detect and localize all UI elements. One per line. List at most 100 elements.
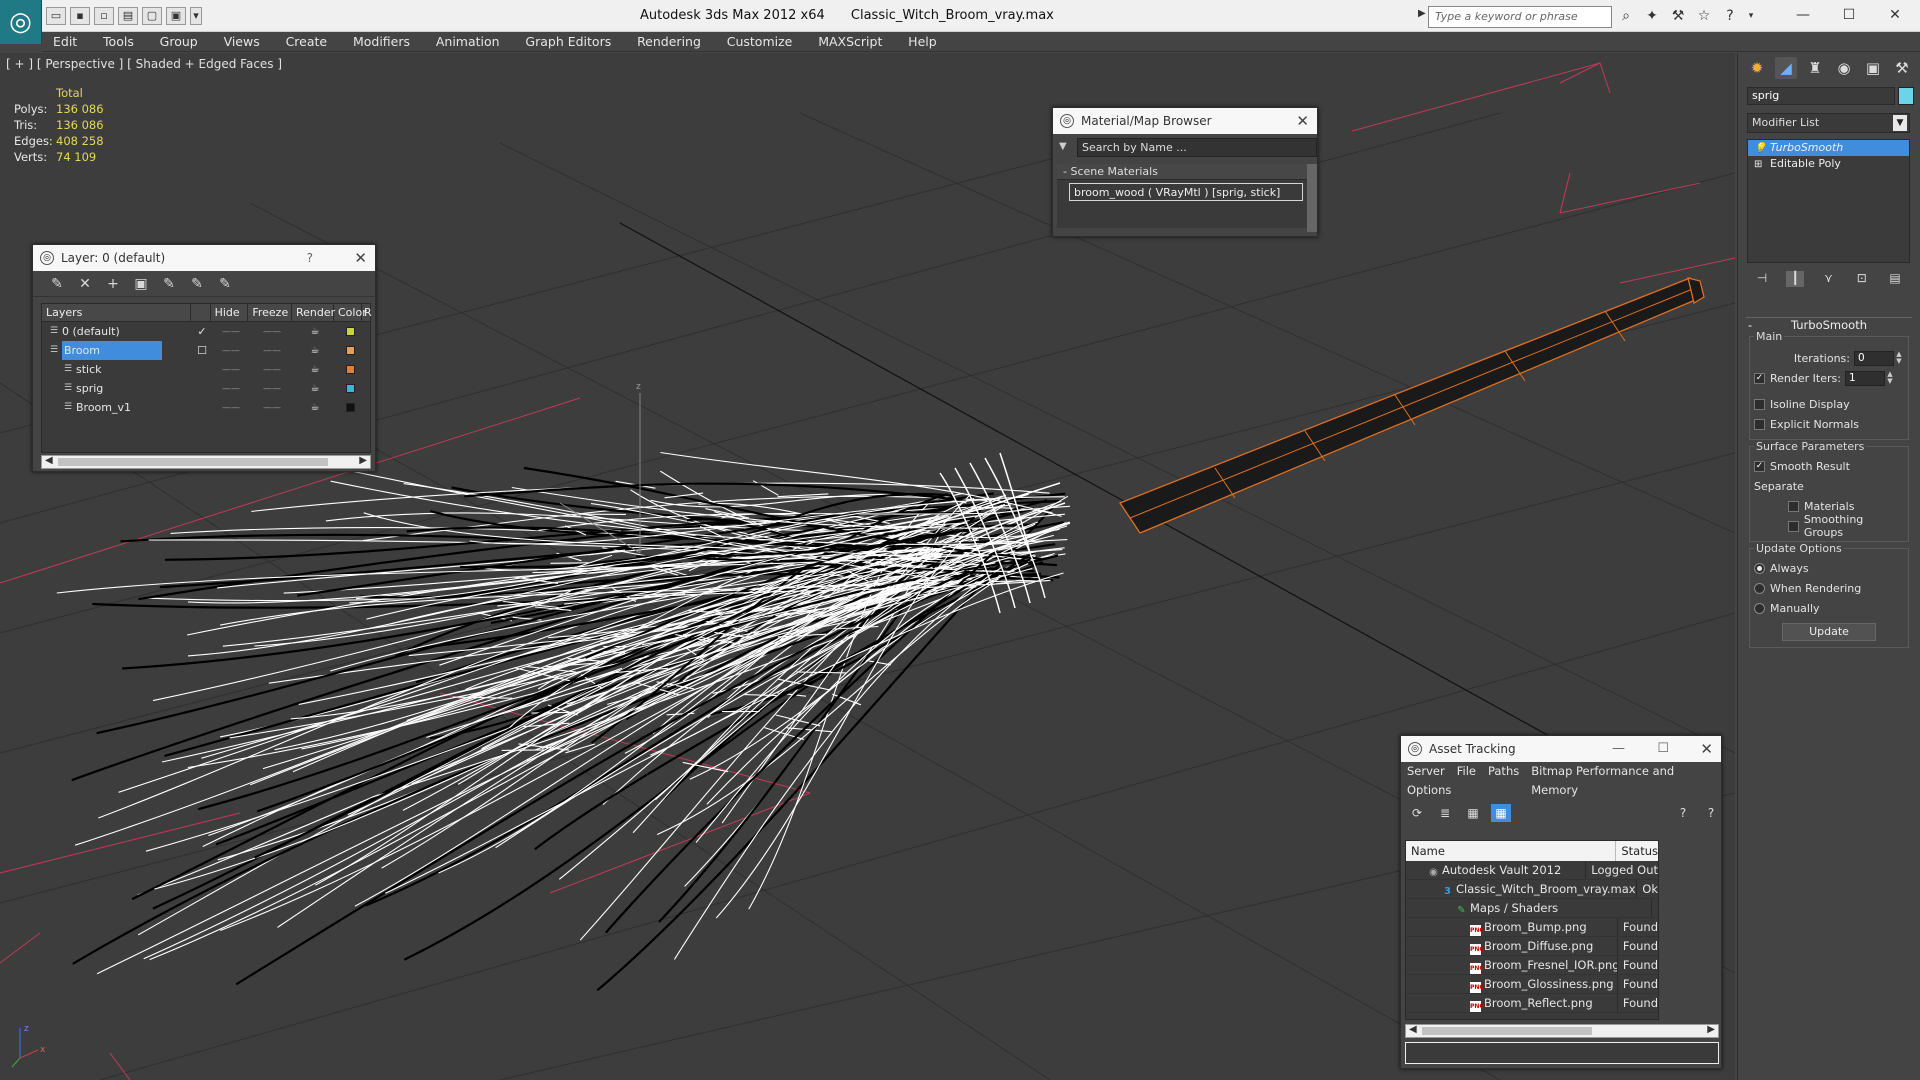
maximize-icon[interactable]: ☐ [1826, 0, 1872, 30]
lightbulb-icon[interactable]: 💡 [1754, 141, 1766, 157]
keyword-search-input[interactable]: Type a keyword or phrase [1428, 6, 1612, 28]
menu-group[interactable]: Group [149, 32, 209, 52]
menu-animation[interactable]: Animation [425, 32, 511, 52]
hide-toggle[interactable]: —— [212, 346, 250, 356]
current-layer-indicator[interactable]: ☐ [192, 344, 212, 357]
asset-row[interactable]: PNGBroom_Diffuse.png Found [1406, 937, 1658, 956]
render-iters-checkbox[interactable]: ✓ [1754, 372, 1765, 384]
help-icon[interactable]: ? [307, 245, 313, 271]
add-to-layer-icon[interactable]: + [103, 275, 123, 293]
select-objects-icon[interactable]: ▣ [131, 275, 151, 293]
render-teapot-icon[interactable]: ☕ [294, 345, 336, 356]
layer-color-cell[interactable] [336, 346, 364, 355]
materials-checkbox[interactable] [1788, 500, 1799, 512]
hide-toggle[interactable]: —— [212, 365, 250, 375]
open-file-icon[interactable]: ▭ [46, 7, 66, 25]
layer-color-swatch[interactable] [345, 365, 355, 374]
layer-name-cell[interactable]: ☰ Broom_v1 [42, 398, 192, 417]
hide-toggle[interactable]: —— [212, 403, 250, 413]
iterations-spinner[interactable]: 0 [1854, 350, 1894, 366]
modifier-list-dropdown[interactable]: Modifier List ▼ [1747, 113, 1910, 133]
material-vertical-scrollbar[interactable] [1307, 164, 1317, 232]
scroll-left-icon[interactable]: ◀ [1409, 1024, 1417, 1035]
layer-name-cell[interactable]: ☰ sprig [42, 379, 192, 398]
options-dropdown-icon[interactable]: ▼ [1059, 141, 1067, 152]
new-file-icon[interactable]: ▫ [94, 7, 114, 25]
freeze-all-layers-icon[interactable]: ✎ [215, 275, 235, 293]
thumbnail-view-icon[interactable]: ▦ [1463, 804, 1483, 822]
binoculars-icon[interactable]: ⌕ [1616, 6, 1636, 26]
maximize-icon[interactable]: ☐ [1657, 736, 1669, 762]
close-icon[interactable]: ✕ [1872, 0, 1918, 30]
asset-name-cell[interactable]: 3 Classic_Witch_Broom_vray.max [1406, 880, 1638, 898]
freeze-toggle[interactable]: —— [250, 327, 294, 337]
asset-name-cell[interactable]: PNGBroom_Reflect.png [1406, 994, 1618, 1012]
close-icon[interactable]: ✕ [354, 245, 367, 271]
col-status[interactable]: Status [1616, 841, 1658, 861]
search-expand-icon[interactable]: ▶ [1418, 8, 1426, 19]
freeze-toggle[interactable]: —— [250, 346, 294, 356]
motion-tab-icon[interactable]: ◉ [1833, 57, 1855, 79]
menu-edit[interactable]: Edit [42, 32, 88, 52]
qat-dropdown-icon[interactable]: ▾ [190, 7, 202, 25]
hide-all-layers-icon[interactable]: ✎ [187, 275, 207, 293]
configure-sets-icon[interactable]: ▤ [1886, 271, 1904, 287]
hierarchy-tab-icon[interactable]: ♜ [1804, 57, 1826, 79]
layer-name-cell[interactable]: ☰ 0 (default) [42, 322, 192, 341]
menu-options[interactable]: Options [1407, 781, 1451, 800]
menu-rendering[interactable]: Rendering [626, 32, 712, 52]
asset-horizontal-scrollbar[interactable]: ◀ ▶ [1405, 1024, 1719, 1038]
layer-color-cell[interactable] [336, 365, 364, 374]
when-rendering-radio[interactable] [1754, 582, 1765, 594]
layer-color-swatch[interactable] [345, 384, 355, 393]
communication-icon[interactable]: ⚒ [1668, 6, 1688, 26]
isoline-checkbox[interactable] [1754, 398, 1765, 410]
modify-tab-icon[interactable]: ◢ [1775, 57, 1797, 79]
freeze-toggle[interactable]: —— [250, 403, 294, 413]
asset-tracking-titlebar[interactable]: ◎ Asset Tracking — ☐ ✕ [1401, 736, 1721, 762]
menu-help[interactable]: Help [897, 32, 948, 52]
save-file-icon[interactable]: ▪ [70, 7, 90, 25]
asset-row[interactable]: PNGBroom_Fresnel_IOR.png Found [1406, 956, 1658, 975]
material-browser-titlebar[interactable]: ◎ Material/Map Browser ✕ [1053, 108, 1317, 134]
scroll-thumb[interactable] [58, 458, 328, 466]
layer-name-cell[interactable]: ☰ Broom [42, 341, 192, 360]
stack-item-turbosmooth[interactable]: 💡 TurboSmooth [1748, 140, 1909, 156]
asset-name-cell[interactable]: PNGBroom_Glossiness.png [1406, 975, 1618, 993]
asset-name-cell[interactable]: PNGBroom_Diffuse.png [1406, 937, 1618, 955]
layer-row[interactable]: ☰ stick —— —— ☕ [42, 360, 370, 379]
menu-customize[interactable]: Customize [716, 32, 804, 52]
scroll-right-icon[interactable]: ▶ [359, 455, 367, 466]
app-logo-icon[interactable]: ◎ [0, 0, 42, 44]
menu-create[interactable]: Create [275, 32, 339, 52]
col-freeze[interactable]: Freeze [248, 304, 292, 321]
menu-graph-editors[interactable]: Graph Editors [514, 32, 622, 52]
redo-icon[interactable]: ▣ [166, 7, 186, 25]
asset-name-cell[interactable]: ✎ Maps / Shaders [1406, 899, 1652, 917]
layer-row[interactable]: ☰ Broom ☐ —— —— ☕ [42, 341, 370, 360]
undo-icon[interactable]: ▢ [142, 7, 162, 25]
layer-horizontal-scrollbar[interactable]: ◀ ▶ [41, 455, 371, 469]
render-teapot-icon[interactable]: ☕ [294, 402, 336, 413]
favorites-star-icon[interactable]: ☆ [1694, 6, 1714, 26]
search-by-name-input[interactable]: Search by Name ... [1077, 138, 1317, 157]
col-render[interactable]: Render [292, 304, 335, 321]
layer-color-cell[interactable] [336, 384, 364, 393]
stack-item-editable-poly[interactable]: ⊞ Editable Poly [1748, 156, 1909, 172]
close-icon[interactable]: ✕ [1296, 108, 1309, 134]
menu-bitmap-performance[interactable]: Bitmap Performance and Memory [1531, 762, 1721, 797]
refresh-icon[interactable]: ⟳ [1407, 804, 1427, 822]
minimize-icon[interactable]: — [1612, 736, 1625, 762]
hide-toggle[interactable]: —— [212, 327, 250, 337]
layer-row[interactable]: ☰ sprig —— —— ☕ [42, 379, 370, 398]
vault-help-icon[interactable]: ? [1701, 804, 1721, 822]
menu-modifiers[interactable]: Modifiers [342, 32, 421, 52]
delete-layer-icon[interactable]: ✕ [75, 275, 95, 293]
render-teapot-icon[interactable]: ☕ [294, 383, 336, 394]
hide-toggle[interactable]: —— [212, 384, 250, 394]
layer-name-cell[interactable]: ☰ stick [42, 360, 192, 379]
smooth-result-checkbox[interactable]: ✓ [1754, 460, 1765, 472]
make-unique-icon[interactable]: ⋎ [1820, 271, 1838, 287]
layer-color-swatch[interactable] [345, 327, 355, 336]
highlight-layer-icon[interactable]: ✎ [159, 275, 179, 293]
